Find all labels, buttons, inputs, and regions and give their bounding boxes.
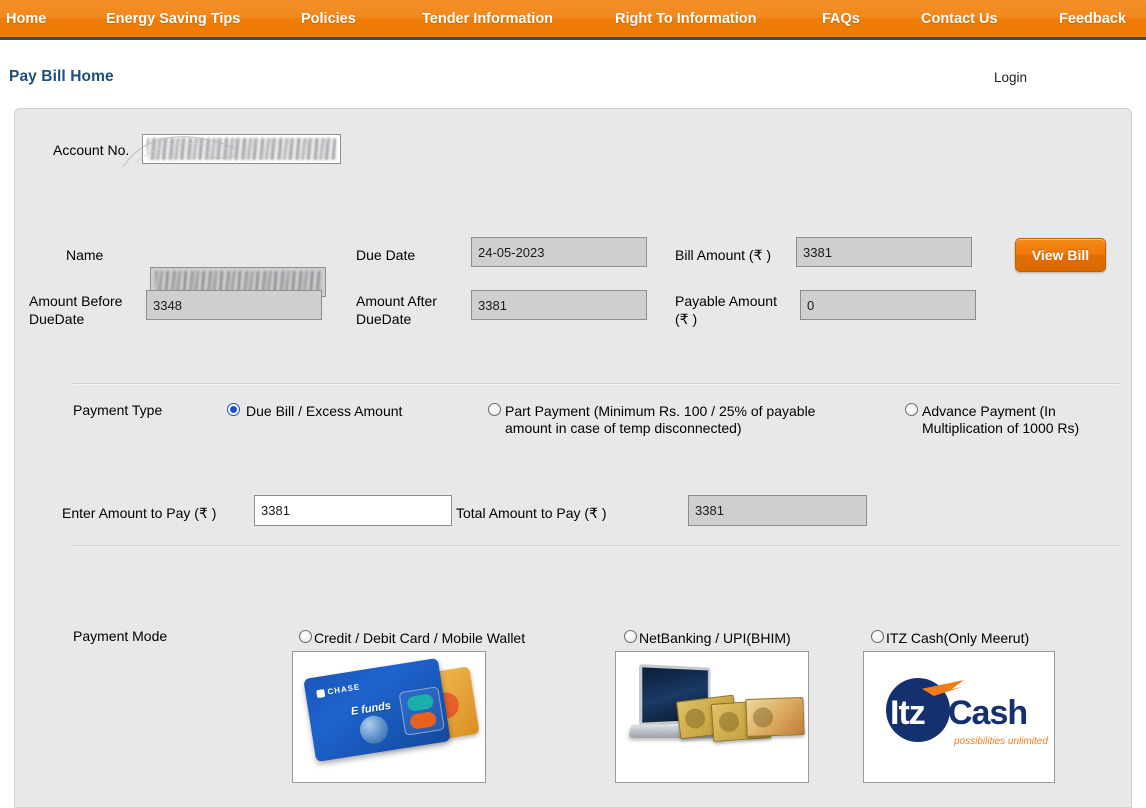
amount-before-duedate-field: 3348 (146, 290, 322, 320)
main-navigation-bar: Home Energy Saving Tips Policies Tender … (0, 0, 1146, 40)
mastercard-circle-orange (409, 710, 438, 730)
chase-wordmark: CHASE (326, 682, 361, 697)
currency-note-3 (745, 696, 805, 738)
bill-amount-label: Bill Amount (₹ ) (675, 247, 772, 263)
itz-wordmark-cash: Cash (948, 694, 1028, 732)
payable-amount-value: 0 (807, 297, 815, 313)
account-no-input[interactable] (142, 134, 341, 164)
payment-mode-option-itz-cash-label[interactable]: ITZ Cash(Only Meerut) (886, 630, 1029, 647)
payment-mode-radio-netbanking[interactable] (624, 630, 637, 643)
due-date-label: Due Date (356, 247, 416, 263)
globe-icon (358, 713, 391, 746)
amount-after-duedate-field: 3381 (471, 290, 647, 320)
payment-mode-option-card-label[interactable]: Credit / Debit Card / Mobile Wallet (314, 630, 525, 647)
divider-top (73, 383, 1119, 384)
amount-before-duedate-label: Amount Before DueDate (29, 293, 123, 327)
login-link[interactable]: Login (994, 70, 1027, 85)
payment-type-option-due-bill-label[interactable]: Due Bill / Excess Amount (246, 403, 402, 420)
payable-amount-field: 0 (800, 290, 976, 320)
payment-type-label: Payment Type (73, 402, 163, 418)
itz-cash-artwork: Itz Cash possibilities unlimited (864, 652, 1054, 782)
account-no-redaction (147, 138, 336, 160)
nav-item-tender-information[interactable]: Tender Information (422, 0, 553, 37)
itz-wordmark-itz: Itz (890, 694, 926, 732)
payment-type-radio-part-payment[interactable] (488, 403, 501, 416)
credit-card-image[interactable]: CHASE E funds (292, 651, 486, 783)
payment-type-radio-advance-payment[interactable] (905, 403, 918, 416)
payment-mode-option-netbanking-label[interactable]: NetBanking / UPI(BHIM) (639, 630, 791, 647)
payment-mode-label: Payment Mode (73, 628, 168, 644)
itz-cash-logo-image[interactable]: Itz Cash possibilities unlimited (863, 651, 1055, 783)
view-bill-button[interactable]: View Bill (1015, 238, 1106, 272)
nav-item-energy-saving-tips[interactable]: Energy Saving Tips (106, 0, 240, 37)
total-amount-label: Total Amount to Pay (₹ ) (456, 505, 607, 521)
amount-after-duedate-label: Amount After DueDate (356, 293, 437, 327)
bill-amount-value: 3381 (803, 244, 832, 260)
nav-item-home[interactable]: Home (6, 0, 46, 37)
credit-card-artwork: CHASE E funds (293, 652, 485, 782)
payable-amount-label: Payable Amount (₹ ) (675, 293, 777, 327)
nav-item-policies[interactable]: Policies (301, 0, 356, 37)
due-date-value: 24-05-2023 (478, 244, 545, 260)
pay-bill-form-panel: Account No. Name Due Date 24-05-2023 Bil… (14, 108, 1132, 808)
nav-item-contact-us[interactable]: Contact Us (921, 0, 998, 37)
mastercard-icon (398, 686, 445, 736)
nav-item-faqs[interactable]: FAQs (822, 0, 860, 37)
enter-amount-input[interactable]: 3381 (254, 495, 452, 526)
amount-before-duedate-value: 3348 (153, 297, 182, 313)
payment-type-option-part-payment-label[interactable]: Part Payment (Minimum Rs. 100 / 25% of p… (505, 403, 865, 437)
enter-amount-label: Enter Amount to Pay (₹ ) (62, 505, 217, 521)
chase-logo: CHASE (316, 682, 361, 698)
netbanking-laptop-cash-image[interactable] (615, 651, 809, 783)
mastercard-circle-teal (406, 693, 435, 713)
account-no-label: Account No. (53, 142, 130, 158)
payment-type-option-advance-payment-label[interactable]: Advance Payment (In Multiplication of 10… (922, 403, 1094, 437)
blue-card-shape: CHASE E funds (303, 657, 451, 763)
name-label: Name (66, 247, 104, 263)
itz-tagline: possibilities unlimited (954, 736, 1048, 747)
payment-type-radio-due-bill[interactable] (227, 403, 240, 416)
divider-bottom (73, 545, 1119, 546)
total-amount-value: 3381 (695, 503, 724, 518)
nav-item-right-to-information[interactable]: Right To Information (615, 0, 756, 37)
payment-mode-radio-card[interactable] (299, 630, 312, 643)
chase-octagon-icon (316, 688, 326, 698)
payment-mode-radio-itz-cash[interactable] (871, 630, 884, 643)
nav-item-feedback[interactable]: Feedback (1059, 0, 1126, 37)
enter-amount-value: 3381 (261, 503, 290, 518)
amount-after-duedate-value: 3381 (478, 297, 507, 313)
total-amount-field: 3381 (688, 495, 867, 526)
due-date-field: 24-05-2023 (471, 237, 647, 267)
page-title: Pay Bill Home (9, 68, 114, 85)
netbanking-artwork (616, 652, 808, 782)
sub-header: Pay Bill Home Login (0, 40, 1146, 107)
bill-amount-field: 3381 (796, 237, 972, 267)
